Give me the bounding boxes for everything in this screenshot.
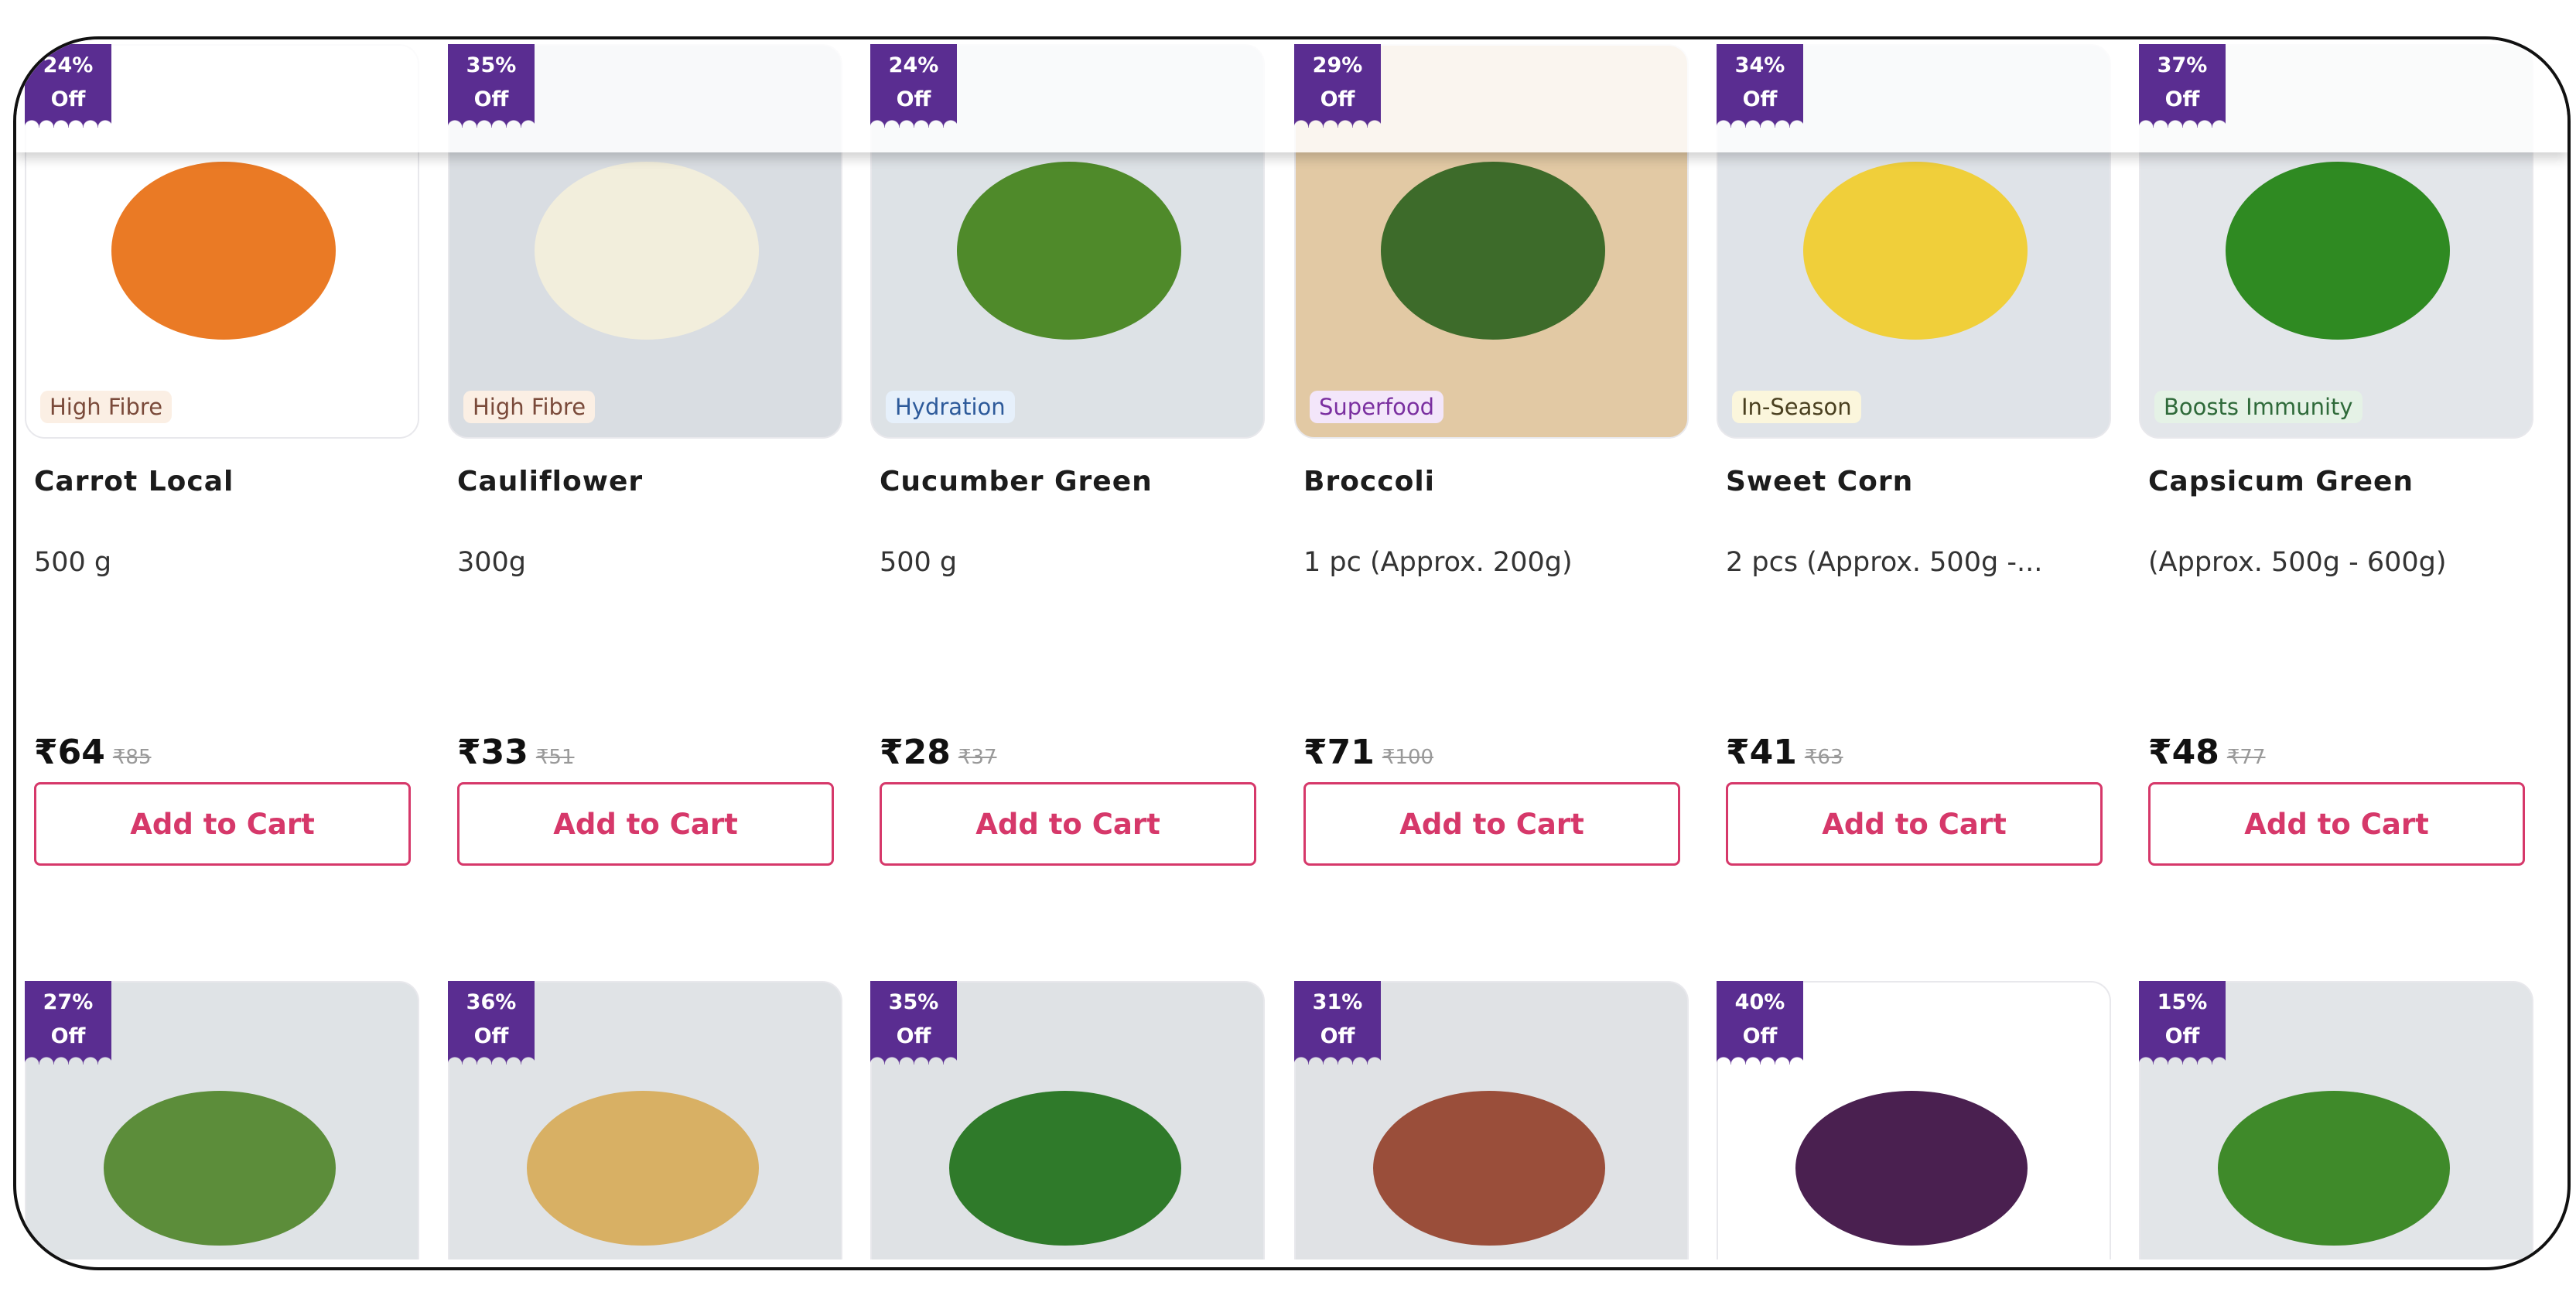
product-tag: Superfood: [1310, 391, 1444, 423]
price-row: ₹33 ₹51: [457, 733, 575, 772]
price-row: ₹64 ₹85: [34, 733, 152, 772]
product-mrp: ₹77: [2226, 746, 2266, 769]
product-mrp: ₹51: [535, 746, 575, 769]
product-weight: 500 g: [880, 547, 958, 578]
discount-badge: 36% Off: [448, 981, 535, 1065]
price-row: ₹48 ₹77: [2148, 733, 2266, 772]
vegetable-image: [957, 162, 1181, 340]
product-name[interactable]: Capsicum Green: [2148, 466, 2414, 497]
product-weight: (Approx. 500g - 600g): [2148, 547, 2447, 578]
product-mrp: ₹85: [112, 746, 152, 769]
vegetable-image: [104, 1091, 336, 1246]
add-to-cart-button[interactable]: Add to Cart: [2148, 782, 2525, 866]
discount-percent: 31%: [1312, 990, 1363, 1014]
discount-off: Off: [1320, 1024, 1355, 1048]
discount-percent: 24%: [888, 53, 939, 77]
product-price: ₹71: [1303, 733, 1375, 772]
price-row: ₹41 ₹63: [1726, 733, 1843, 772]
vegetable-image: [2218, 1091, 2450, 1246]
discount-badge: 31% Off: [1294, 981, 1381, 1065]
discount-badge: 27% Off: [25, 981, 111, 1065]
discount-percent: 35%: [888, 990, 939, 1014]
price-row: ₹71 ₹100: [1303, 733, 1433, 772]
add-to-cart-button[interactable]: Add to Cart: [880, 782, 1256, 866]
product-price: ₹41: [1726, 733, 1797, 772]
product-price: ₹64: [34, 733, 105, 772]
product-price: ₹28: [880, 733, 951, 772]
vegetable-image: [1803, 162, 2028, 340]
discount-percent: 36%: [466, 990, 517, 1014]
vegetable-image: [2226, 162, 2450, 340]
product-name[interactable]: Cauliflower: [457, 466, 643, 497]
product-mrp: ₹100: [1382, 746, 1434, 769]
product-weight: 1 pc (Approx. 200g): [1303, 547, 1573, 578]
discount-badge: 40% Off: [1717, 981, 1803, 1065]
discount-off: Off: [896, 87, 931, 111]
vegetable-image: [949, 1091, 1181, 1246]
discount-percent: 40%: [1734, 990, 1785, 1014]
vegetable-image: [1373, 1091, 1605, 1246]
product-tag: High Fibre: [40, 391, 173, 423]
vegetable-image: [527, 1091, 759, 1246]
product-tag: High Fibre: [463, 391, 596, 423]
vegetable-image: [111, 162, 336, 340]
add-to-cart-button[interactable]: Add to Cart: [34, 782, 411, 866]
add-to-cart-button[interactable]: Add to Cart: [457, 782, 834, 866]
discount-badge: 24% Off: [870, 44, 957, 128]
discount-off: Off: [2164, 87, 2200, 111]
add-to-cart-button[interactable]: Add to Cart: [1303, 782, 1680, 866]
product-grid-frame: High Fibre 24% Off Carrot Local 500 g ₹64 ₹85 A…: [13, 36, 2571, 1270]
product-name[interactable]: Broccoli: [1303, 466, 1435, 497]
product-price: ₹48: [2148, 733, 2219, 772]
discount-off: Off: [2164, 1024, 2200, 1048]
discount-percent: 24%: [43, 53, 94, 77]
product-tag: Boosts Immunity: [2154, 391, 2362, 423]
discount-badge: 24% Off: [25, 44, 111, 128]
discount-off: Off: [50, 1024, 86, 1048]
product-name[interactable]: Sweet Corn: [1726, 466, 1913, 497]
product-mrp: ₹37: [958, 746, 997, 769]
product-name[interactable]: Cucumber Green: [880, 466, 1153, 497]
discount-off: Off: [473, 87, 509, 111]
product-mrp: ₹63: [1804, 746, 1843, 769]
product-weight: 500 g: [34, 547, 112, 578]
price-row: ₹28 ₹37: [880, 733, 997, 772]
discount-percent: 27%: [43, 990, 94, 1014]
discount-percent: 37%: [2157, 53, 2208, 77]
product-tag: In-Season: [1732, 391, 1861, 423]
vegetable-image: [535, 162, 759, 340]
discount-off: Off: [50, 87, 86, 111]
product-name[interactable]: Carrot Local: [34, 466, 234, 497]
product-weight: 2 pcs (Approx. 500g -...: [1726, 547, 2043, 578]
add-to-cart-button[interactable]: Add to Cart: [1726, 782, 2103, 866]
discount-off: Off: [1742, 87, 1778, 111]
discount-badge: 15% Off: [2139, 981, 2226, 1065]
discount-off: Off: [1320, 87, 1355, 111]
vegetable-image: [1795, 1091, 2028, 1246]
discount-percent: 34%: [1734, 53, 1785, 77]
discount-off: Off: [896, 1024, 931, 1048]
discount-percent: 29%: [1312, 53, 1363, 77]
product-weight: 300g: [457, 547, 527, 578]
vegetable-image: [1381, 162, 1605, 340]
discount-badge: 29% Off: [1294, 44, 1381, 128]
discount-badge: 37% Off: [2139, 44, 2226, 128]
product-price: ₹33: [457, 733, 528, 772]
discount-badge: 34% Off: [1717, 44, 1803, 128]
discount-badge: 35% Off: [870, 981, 957, 1065]
discount-off: Off: [473, 1024, 509, 1048]
discount-percent: 35%: [466, 53, 517, 77]
discount-off: Off: [1742, 1024, 1778, 1048]
discount-percent: 15%: [2157, 990, 2208, 1014]
discount-badge: 35% Off: [448, 44, 535, 128]
product-tag: Hydration: [886, 391, 1015, 423]
